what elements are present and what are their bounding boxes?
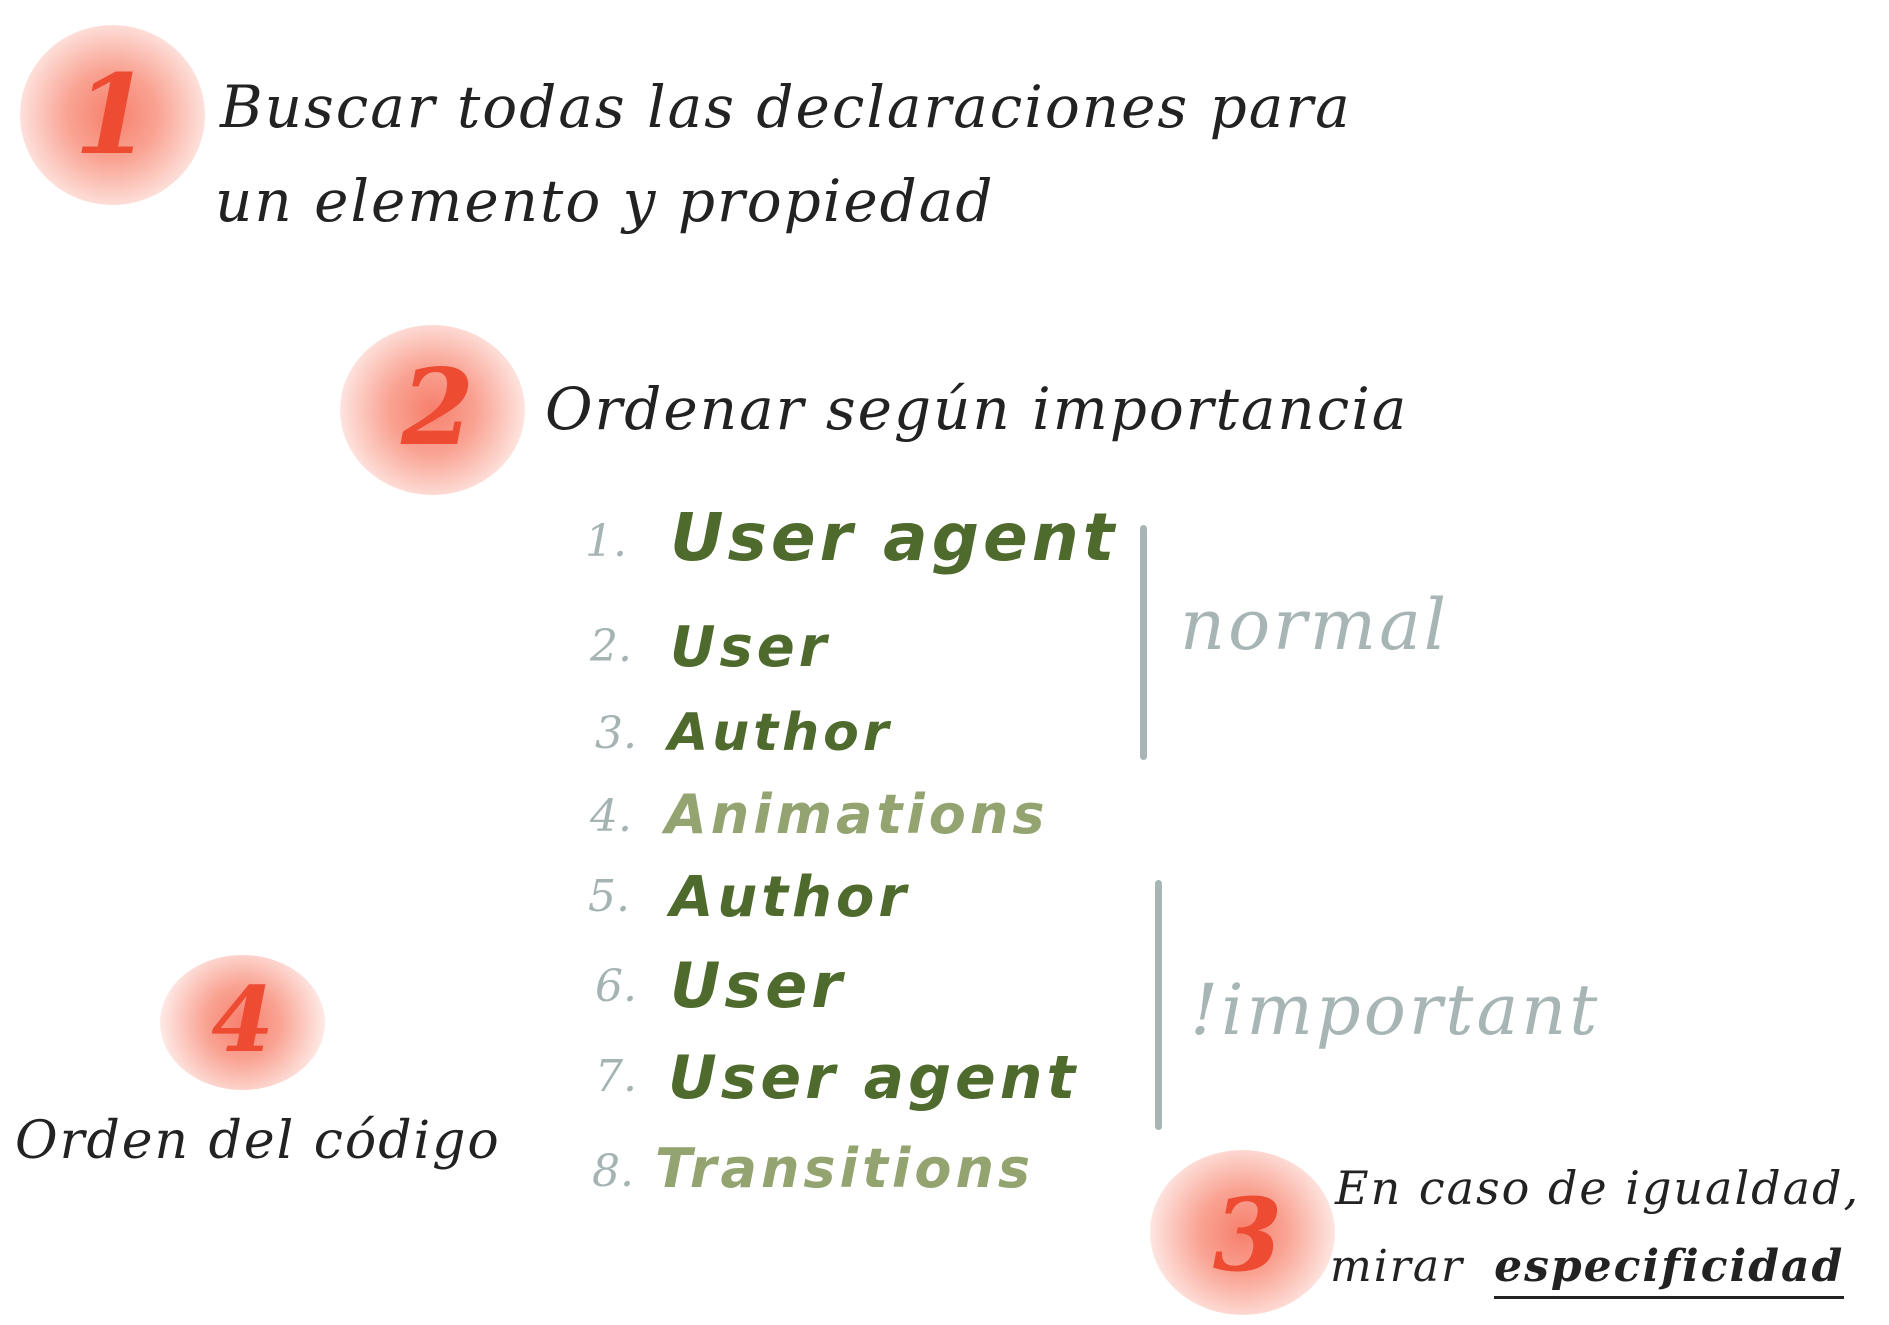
- list-index-5: 5.: [588, 871, 630, 922]
- important-group-bracket: [1155, 880, 1162, 1130]
- step-1-text-line-1: Buscar todas las declaraciones para: [220, 73, 1352, 141]
- list-label-2: User: [670, 615, 831, 680]
- step-2-number: 2: [400, 345, 475, 469]
- important-group-label: !important: [1190, 969, 1601, 1051]
- normal-group-label: normal: [1180, 584, 1450, 666]
- step-3-number: 3: [1212, 1176, 1283, 1294]
- step-3-emphasis: especificidad: [1494, 1241, 1845, 1299]
- list-label-3: Author: [668, 703, 893, 763]
- list-label-5: Author: [670, 865, 910, 930]
- cascade-diagram: 1 Buscar todas las declaraciones para un…: [0, 0, 1889, 1325]
- list-index-4: 4.: [590, 791, 632, 842]
- list-index-6: 6.: [595, 961, 637, 1012]
- step-3-text-line-1: En caso de igualdad,: [1335, 1161, 1861, 1215]
- step-3-text-line-2: mirar especificidad: [1330, 1241, 1845, 1299]
- list-label-1: User agent: [670, 499, 1119, 576]
- list-label-7: User agent: [668, 1043, 1080, 1113]
- step-1-text-line-2: un elemento y propiedad: [215, 167, 995, 235]
- list-label-8: Transitions: [655, 1137, 1035, 1200]
- list-index-2: 2.: [590, 621, 632, 672]
- step-4-number: 4: [211, 967, 274, 1073]
- step-1-number: 1: [74, 50, 151, 179]
- normal-group-bracket: [1140, 525, 1147, 760]
- step-3-prefix: mirar: [1330, 1241, 1465, 1292]
- list-label-4: Animations: [665, 783, 1049, 846]
- list-label-6: User: [670, 949, 846, 1022]
- step-4-text: Orden del código: [15, 1111, 501, 1171]
- list-index-7: 7.: [595, 1051, 637, 1102]
- list-index-8: 8.: [592, 1146, 634, 1197]
- list-index-1: 1.: [585, 516, 627, 567]
- list-index-3: 3.: [595, 708, 637, 759]
- step-2-text: Ordenar según importancia: [545, 375, 1409, 443]
